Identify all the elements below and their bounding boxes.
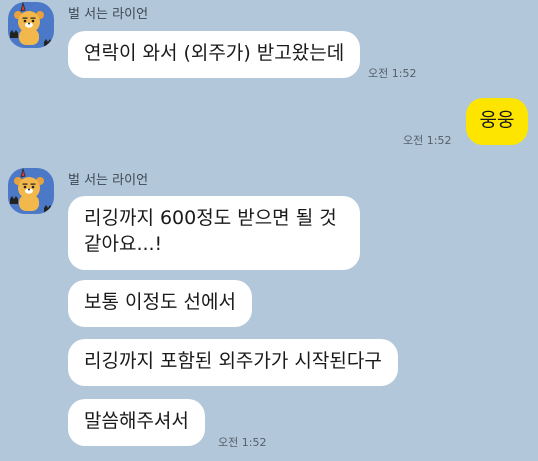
my-message-bubble[interactable]: 웅웅 — [466, 98, 528, 145]
message-bubble[interactable]: 말씀해주셔서 — [68, 399, 205, 446]
ryan-lion-avatar-icon — [10, 168, 52, 213]
message-timestamp: 오전 1:52 — [218, 436, 267, 449]
message-bubble[interactable]: 리깅까지 포함된 외주가가 시작된다구 — [68, 339, 398, 386]
sender-name: 벌 서는 라이언 — [68, 173, 149, 188]
message-bubble[interactable]: 보통 이정도 선에서 — [68, 280, 252, 327]
sender-avatar[interactable] — [8, 2, 54, 48]
message-bubble[interactable]: 연락이 와서 (외주가) 받고왔는데 — [68, 31, 361, 78]
message-bubble[interactable]: 리깅까지 600정도 받으면 될 것 같아요...! — [68, 196, 360, 270]
message-timestamp: 오전 1:52 — [403, 134, 452, 147]
sender-avatar[interactable] — [8, 168, 54, 214]
message-timestamp: 오전 1:52 — [368, 67, 417, 80]
sender-name: 벌 서는 라이언 — [68, 7, 149, 22]
ryan-lion-avatar-icon — [10, 2, 52, 47]
